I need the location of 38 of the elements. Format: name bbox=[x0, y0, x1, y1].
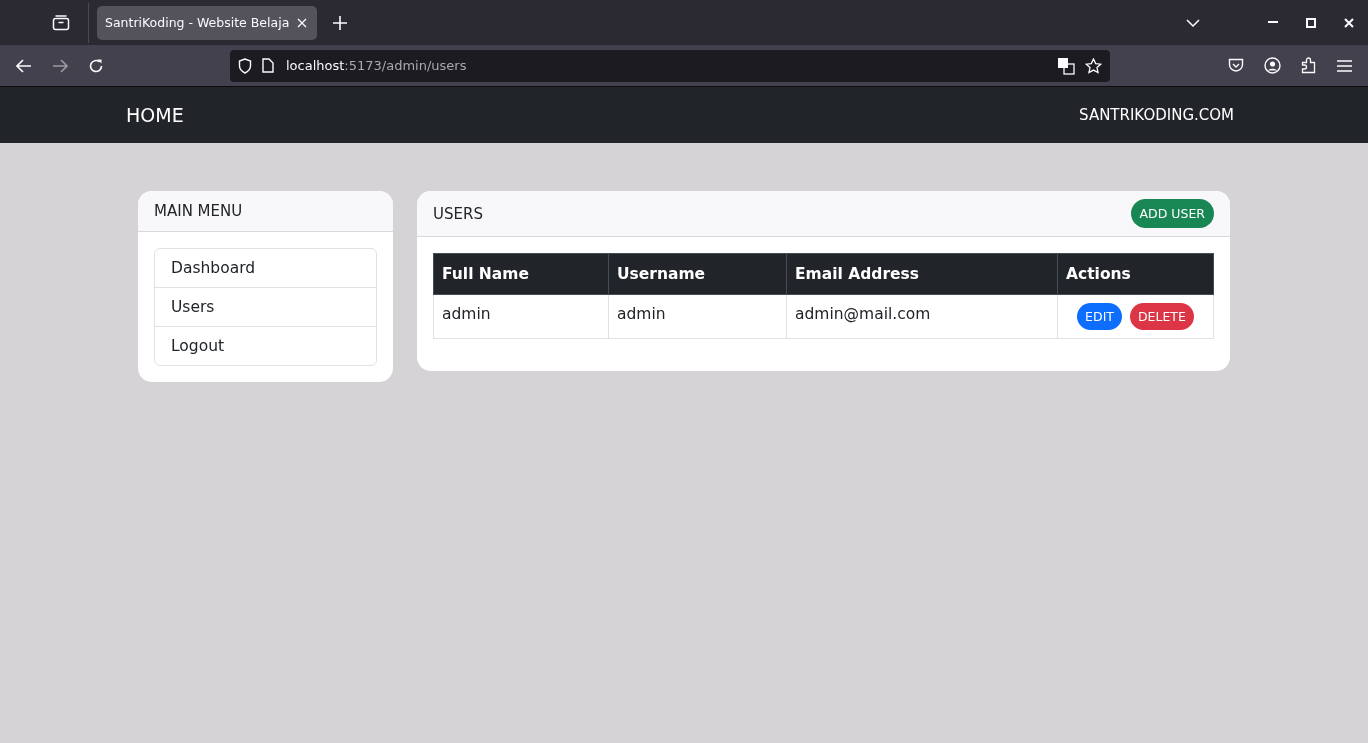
bookmark-star-icon[interactable] bbox=[1085, 57, 1102, 74]
card-title: MAIN MENU bbox=[154, 202, 243, 220]
column-header: Full Name bbox=[433, 253, 609, 295]
puzzle-icon[interactable] bbox=[1301, 57, 1317, 74]
menu-icon[interactable] bbox=[1337, 59, 1352, 72]
table-cell: admin bbox=[433, 294, 609, 339]
close-window-icon[interactable] bbox=[1344, 17, 1354, 28]
reload-icon[interactable] bbox=[88, 57, 104, 74]
tab-list-icon[interactable] bbox=[52, 14, 70, 31]
table-cell: admin@mail.com bbox=[786, 294, 1058, 339]
minimize-icon[interactable] bbox=[1268, 21, 1278, 24]
shield-icon[interactable] bbox=[238, 57, 252, 74]
add-user-button[interactable]: ADD USER bbox=[1130, 199, 1214, 228]
pocket-icon[interactable] bbox=[1228, 58, 1244, 73]
site-link[interactable]: SANTRIKODING.COM bbox=[1079, 106, 1234, 124]
account-icon[interactable] bbox=[1264, 57, 1281, 74]
url-path: :5173/admin/users bbox=[344, 58, 467, 73]
table-cell: admin bbox=[608, 294, 787, 339]
menu-item[interactable]: Dashboard bbox=[155, 249, 376, 287]
column-header: Email Address bbox=[786, 253, 1058, 295]
browser-tab[interactable]: SantriKoding - Website Belaja bbox=[97, 5, 317, 40]
edit-button[interactable]: EDIT bbox=[1077, 303, 1122, 330]
address-bar[interactable]: localhost:5173/admin/users bbox=[230, 49, 1110, 82]
forward-icon[interactable] bbox=[52, 58, 68, 73]
url-host: localhost bbox=[286, 58, 345, 73]
column-header: Actions bbox=[1057, 253, 1214, 295]
menu-item[interactable]: Logout bbox=[155, 326, 376, 365]
maximize-icon[interactable] bbox=[1306, 17, 1316, 28]
new-tab-icon[interactable] bbox=[333, 15, 347, 30]
card-title: USERS bbox=[433, 204, 483, 223]
delete-button[interactable]: DELETE bbox=[1129, 303, 1194, 330]
home-link[interactable]: HOME bbox=[126, 104, 184, 126]
back-icon[interactable] bbox=[16, 58, 32, 73]
tab-dropdown-icon[interactable] bbox=[1186, 18, 1200, 27]
page-icon[interactable] bbox=[262, 58, 274, 73]
menu-item[interactable]: Users bbox=[155, 287, 376, 326]
close-tab-icon[interactable] bbox=[297, 17, 307, 28]
column-header: Username bbox=[608, 253, 787, 295]
